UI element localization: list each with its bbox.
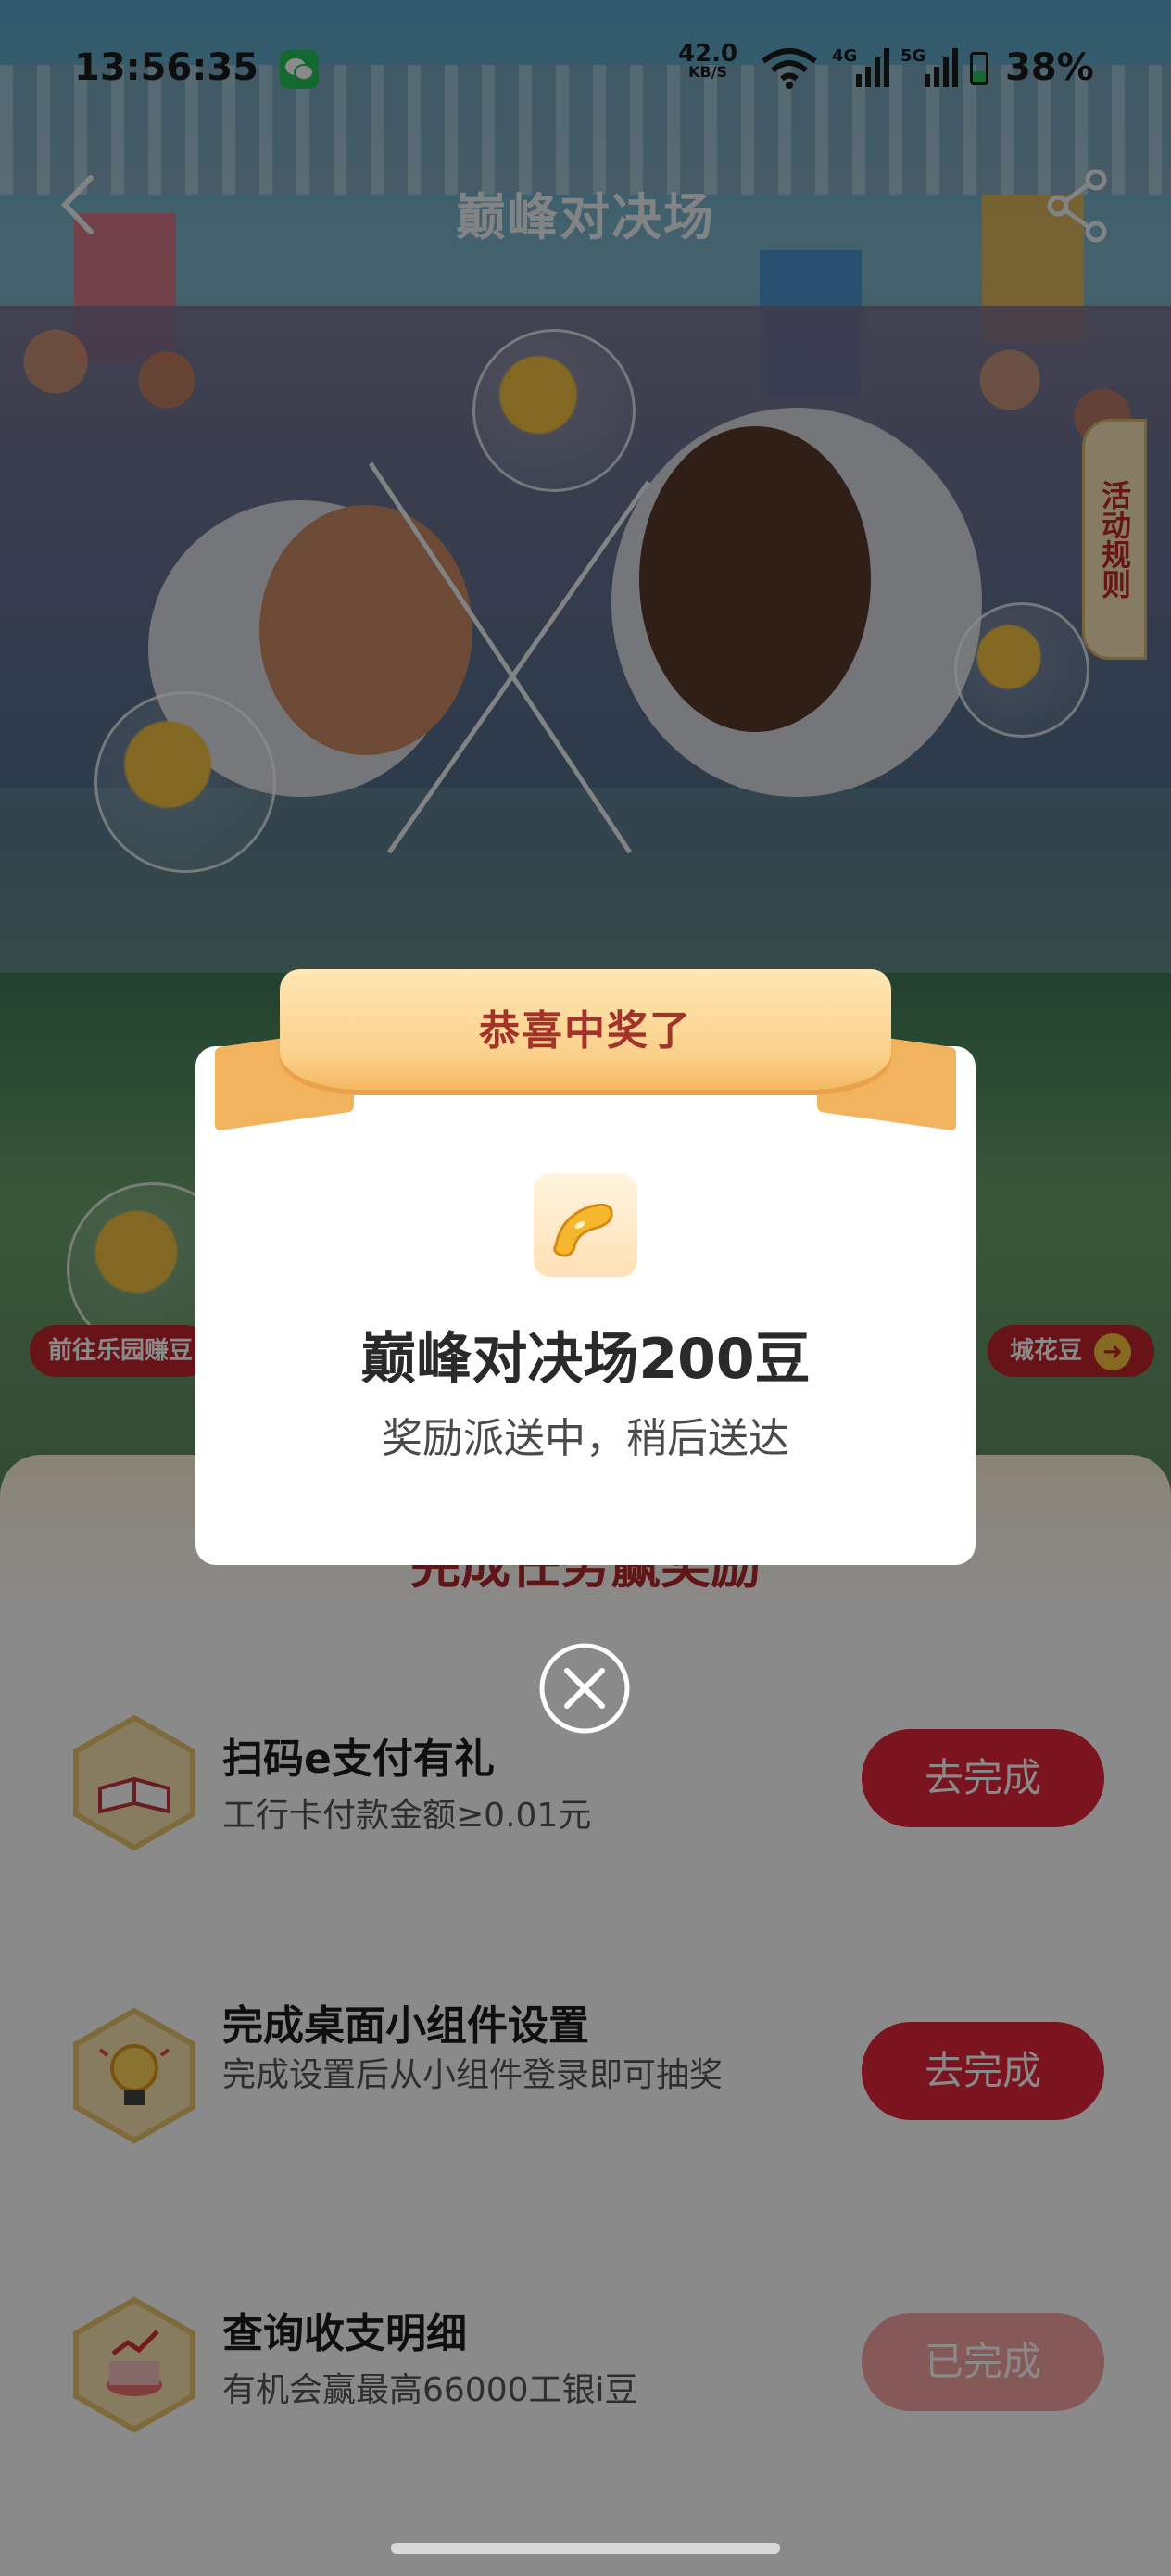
home-indicator[interactable] <box>391 2543 780 2554</box>
congrats-text: 恭喜中奖了 <box>479 1007 692 1054</box>
prize-subtitle: 奖励派送中，稍后送达 <box>382 1415 789 1462</box>
bean-icon <box>534 1173 637 1277</box>
prize-title: 巅峰对决场200豆 <box>360 1327 811 1392</box>
close-icon[interactable] <box>537 1641 632 1736</box>
prize-modal <box>195 1046 976 1565</box>
